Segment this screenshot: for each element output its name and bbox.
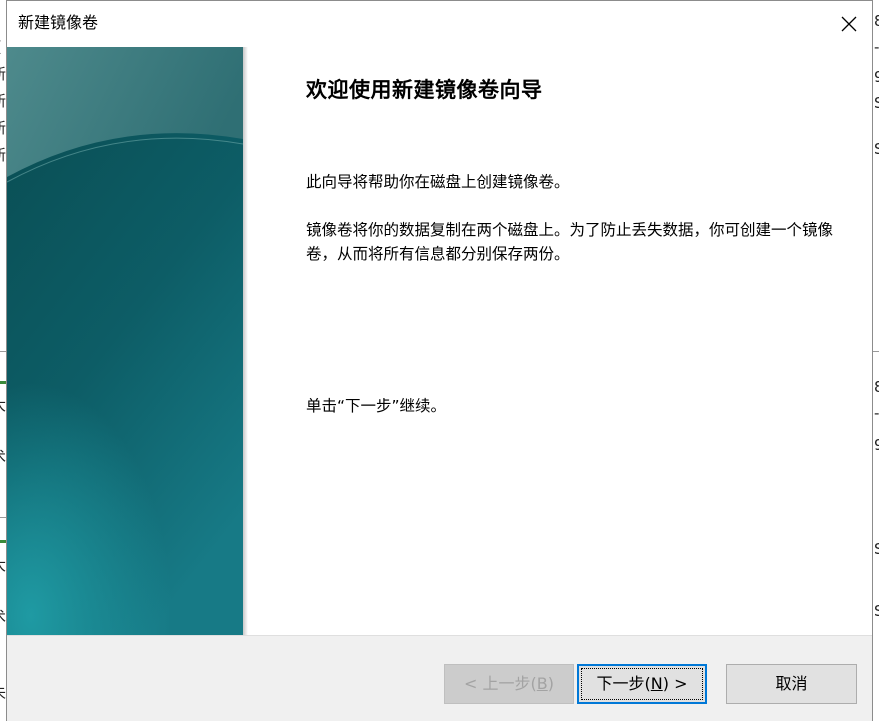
- button-bar: < 上一步(B) 下一步(N) > 取消: [7, 635, 872, 721]
- intro-text: 此向导将帮助你在磁盘上创建镜像卷。: [306, 173, 570, 191]
- window-title: 新建镜像卷: [18, 13, 99, 32]
- wizard-banner-image: [7, 47, 243, 635]
- bg-fragment: 9: [874, 68, 879, 86]
- back-button: < 上一步(B): [444, 664, 574, 704]
- bg-fragment: -: [874, 38, 879, 56]
- description-text: 镜像卷将你的数据复制在两个磁盘上。为了防止丢失数据，你可创建一个镜像卷，从而将所…: [306, 221, 834, 263]
- close-icon: [841, 16, 857, 32]
- bg-fragment: S: [874, 602, 879, 620]
- bg-fragment: S: [874, 540, 879, 558]
- bg-fragment: 8: [874, 12, 879, 30]
- bg-fragment: 9: [874, 436, 879, 454]
- focus-rectangle: [581, 668, 703, 700]
- wizard-content: 欢迎使用新建镜像卷向导 此向导将帮助你在磁盘上创建镜像卷。 镜像卷将你的数据复制…: [248, 47, 872, 635]
- banner-graphic: [7, 47, 243, 635]
- title-bar[interactable]: 新建镜像卷: [7, 1, 872, 47]
- bg-fragment: 0: [0, 424, 1, 439]
- continue-instruction: 单击“下一步”继续。: [306, 397, 447, 415]
- bg-fragment: 8: [874, 378, 879, 396]
- cancel-button[interactable]: 取消: [726, 664, 857, 704]
- back-label-suffix: ): [547, 674, 554, 693]
- bg-fragment: -: [874, 404, 879, 422]
- background-window-right: 8 - 9 S S 8 - 9 S S: [873, 0, 879, 721]
- bg-fragment: S: [874, 94, 879, 112]
- bg-divider: [873, 351, 879, 352]
- close-button[interactable]: [826, 1, 872, 47]
- new-mirrored-volume-dialog: 新建镜像卷 欢迎使用新建镜像卷向导 此向导将帮助你在磁盘上创建镜像卷。 镜像卷将…: [6, 0, 873, 721]
- bg-fragment: 0: [0, 584, 1, 599]
- page-title: 欢迎使用新建镜像卷向导: [306, 78, 543, 102]
- back-label-key: B: [536, 674, 548, 693]
- next-button[interactable]: 下一步(N) >: [577, 664, 707, 704]
- bg-fragment: (: [0, 40, 2, 55]
- bg-fragment: S: [874, 140, 879, 158]
- back-label-prefix: < 上一步(: [464, 674, 537, 693]
